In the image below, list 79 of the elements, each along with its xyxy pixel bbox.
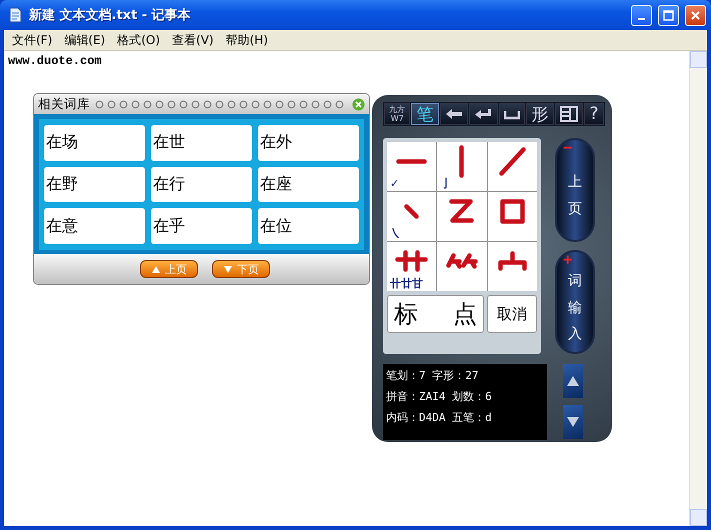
- stroke-key[interactable]: ㇏: [387, 192, 436, 241]
- stroke-key[interactable]: [488, 142, 537, 191]
- toolbar-button[interactable]: [440, 103, 468, 125]
- minimize-button[interactable]: [631, 4, 652, 26]
- word-candidate[interactable]: 在外: [258, 125, 359, 161]
- dot-stroke-icon: [404, 204, 420, 218]
- menu-item[interactable]: 编辑(E): [58, 30, 112, 50]
- stroke-key[interactable]: [437, 192, 487, 241]
- word-candidate[interactable]: 在场: [44, 125, 145, 161]
- close-icon: [690, 10, 701, 20]
- document-text: www.duote.com: [8, 54, 102, 68]
- cancel-key[interactable]: 取消: [487, 295, 537, 333]
- word-candidate[interactable]: 在意: [44, 208, 145, 244]
- button-label: 词输入: [568, 271, 582, 344]
- toolbar-button[interactable]: [498, 103, 526, 125]
- info-line: 笔划：7 字形：27: [386, 368, 480, 383]
- space-icon: [504, 108, 520, 120]
- horizontal-stroke-icon: [396, 158, 428, 164]
- toolbar-button[interactable]: 形: [526, 103, 554, 125]
- z-stroke-icon: [449, 199, 474, 223]
- menu-item[interactable]: 格式(O): [111, 30, 166, 50]
- toolbar-button[interactable]: 笔: [411, 103, 439, 125]
- sign-label: +: [563, 252, 572, 270]
- toolbar-button[interactable]: [469, 103, 498, 125]
- word-candidate[interactable]: 在位: [258, 208, 359, 244]
- word-candidate[interactable]: 在座: [258, 166, 359, 202]
- word-candidate[interactable]: 在野: [44, 166, 145, 202]
- side-button[interactable]: − 上页: [555, 138, 595, 242]
- menu-item[interactable]: 查看(V): [166, 30, 220, 50]
- enter-icon: [474, 108, 492, 120]
- up-triangle-icon: [566, 375, 580, 387]
- window-title: 新建 文本文档.txt - 记事本: [29, 6, 192, 24]
- triangle-icon: [223, 264, 233, 274]
- close-icon[interactable]: [352, 98, 365, 110]
- notepad-icon: [7, 7, 23, 23]
- sign-label: −: [563, 140, 572, 158]
- toolbar-button[interactable]: [554, 103, 583, 125]
- key-label: 点: [453, 302, 477, 326]
- info-line: 内码：D4DA 五笔：d: [386, 410, 493, 425]
- punctuation-key[interactable]: 标 点: [387, 295, 484, 333]
- side-button[interactable]: + 词输入: [555, 250, 595, 354]
- stroke-hint: 亅: [440, 178, 452, 190]
- word-candidate[interactable]: 在世: [151, 125, 252, 161]
- maximize-button[interactable]: [658, 4, 679, 26]
- scroll-down-button[interactable]: [563, 405, 583, 439]
- bamboo-radical-icon: [446, 253, 478, 269]
- menu-item[interactable]: 帮助(H): [220, 30, 274, 50]
- stroke-hint: ✓: [390, 178, 400, 190]
- info-line: 拼音：ZAI4 划数：6: [386, 389, 493, 404]
- slash-stroke-icon: [498, 146, 526, 176]
- backspace-icon: [445, 108, 464, 120]
- stroke-key[interactable]: ✓: [387, 142, 436, 191]
- minimize-icon: [638, 18, 645, 20]
- close-button[interactable]: [685, 4, 706, 26]
- word-candidate[interactable]: 在行: [151, 166, 252, 202]
- panel-title: 相关词库: [38, 96, 90, 112]
- triangle-icon: [151, 264, 161, 274]
- toolbar-button[interactable]: ?: [584, 103, 604, 125]
- square-stroke-icon: [500, 198, 525, 224]
- stroke-key[interactable]: [488, 242, 537, 291]
- button-label: 上页: [568, 172, 582, 218]
- scroll-up-button[interactable]: [563, 364, 583, 398]
- stroke-key[interactable]: 亅: [437, 142, 487, 191]
- maximize-icon: [663, 10, 674, 20]
- stroke-hint: 卄廿甘: [390, 278, 423, 290]
- stroke-key[interactable]: 卄廿甘: [387, 242, 436, 291]
- layout-icon: [560, 106, 578, 122]
- key-label: 标: [394, 302, 418, 326]
- scrollbar[interactable]: [689, 51, 707, 526]
- vertical-stroke-icon: [459, 144, 464, 178]
- down-triangle-icon: [566, 416, 580, 428]
- word-candidate[interactable]: 在乎: [151, 208, 252, 244]
- stroke-key[interactable]: [437, 242, 487, 291]
- roof-radical-icon: [498, 251, 527, 271]
- stroke-key[interactable]: [488, 192, 537, 241]
- menu-item[interactable]: 文件(F): [6, 30, 58, 50]
- stroke-hint: ㇏: [390, 228, 401, 240]
- toolbar-button[interactable]: 九方 W7: [384, 103, 410, 125]
- grass-radical-icon: [395, 250, 428, 272]
